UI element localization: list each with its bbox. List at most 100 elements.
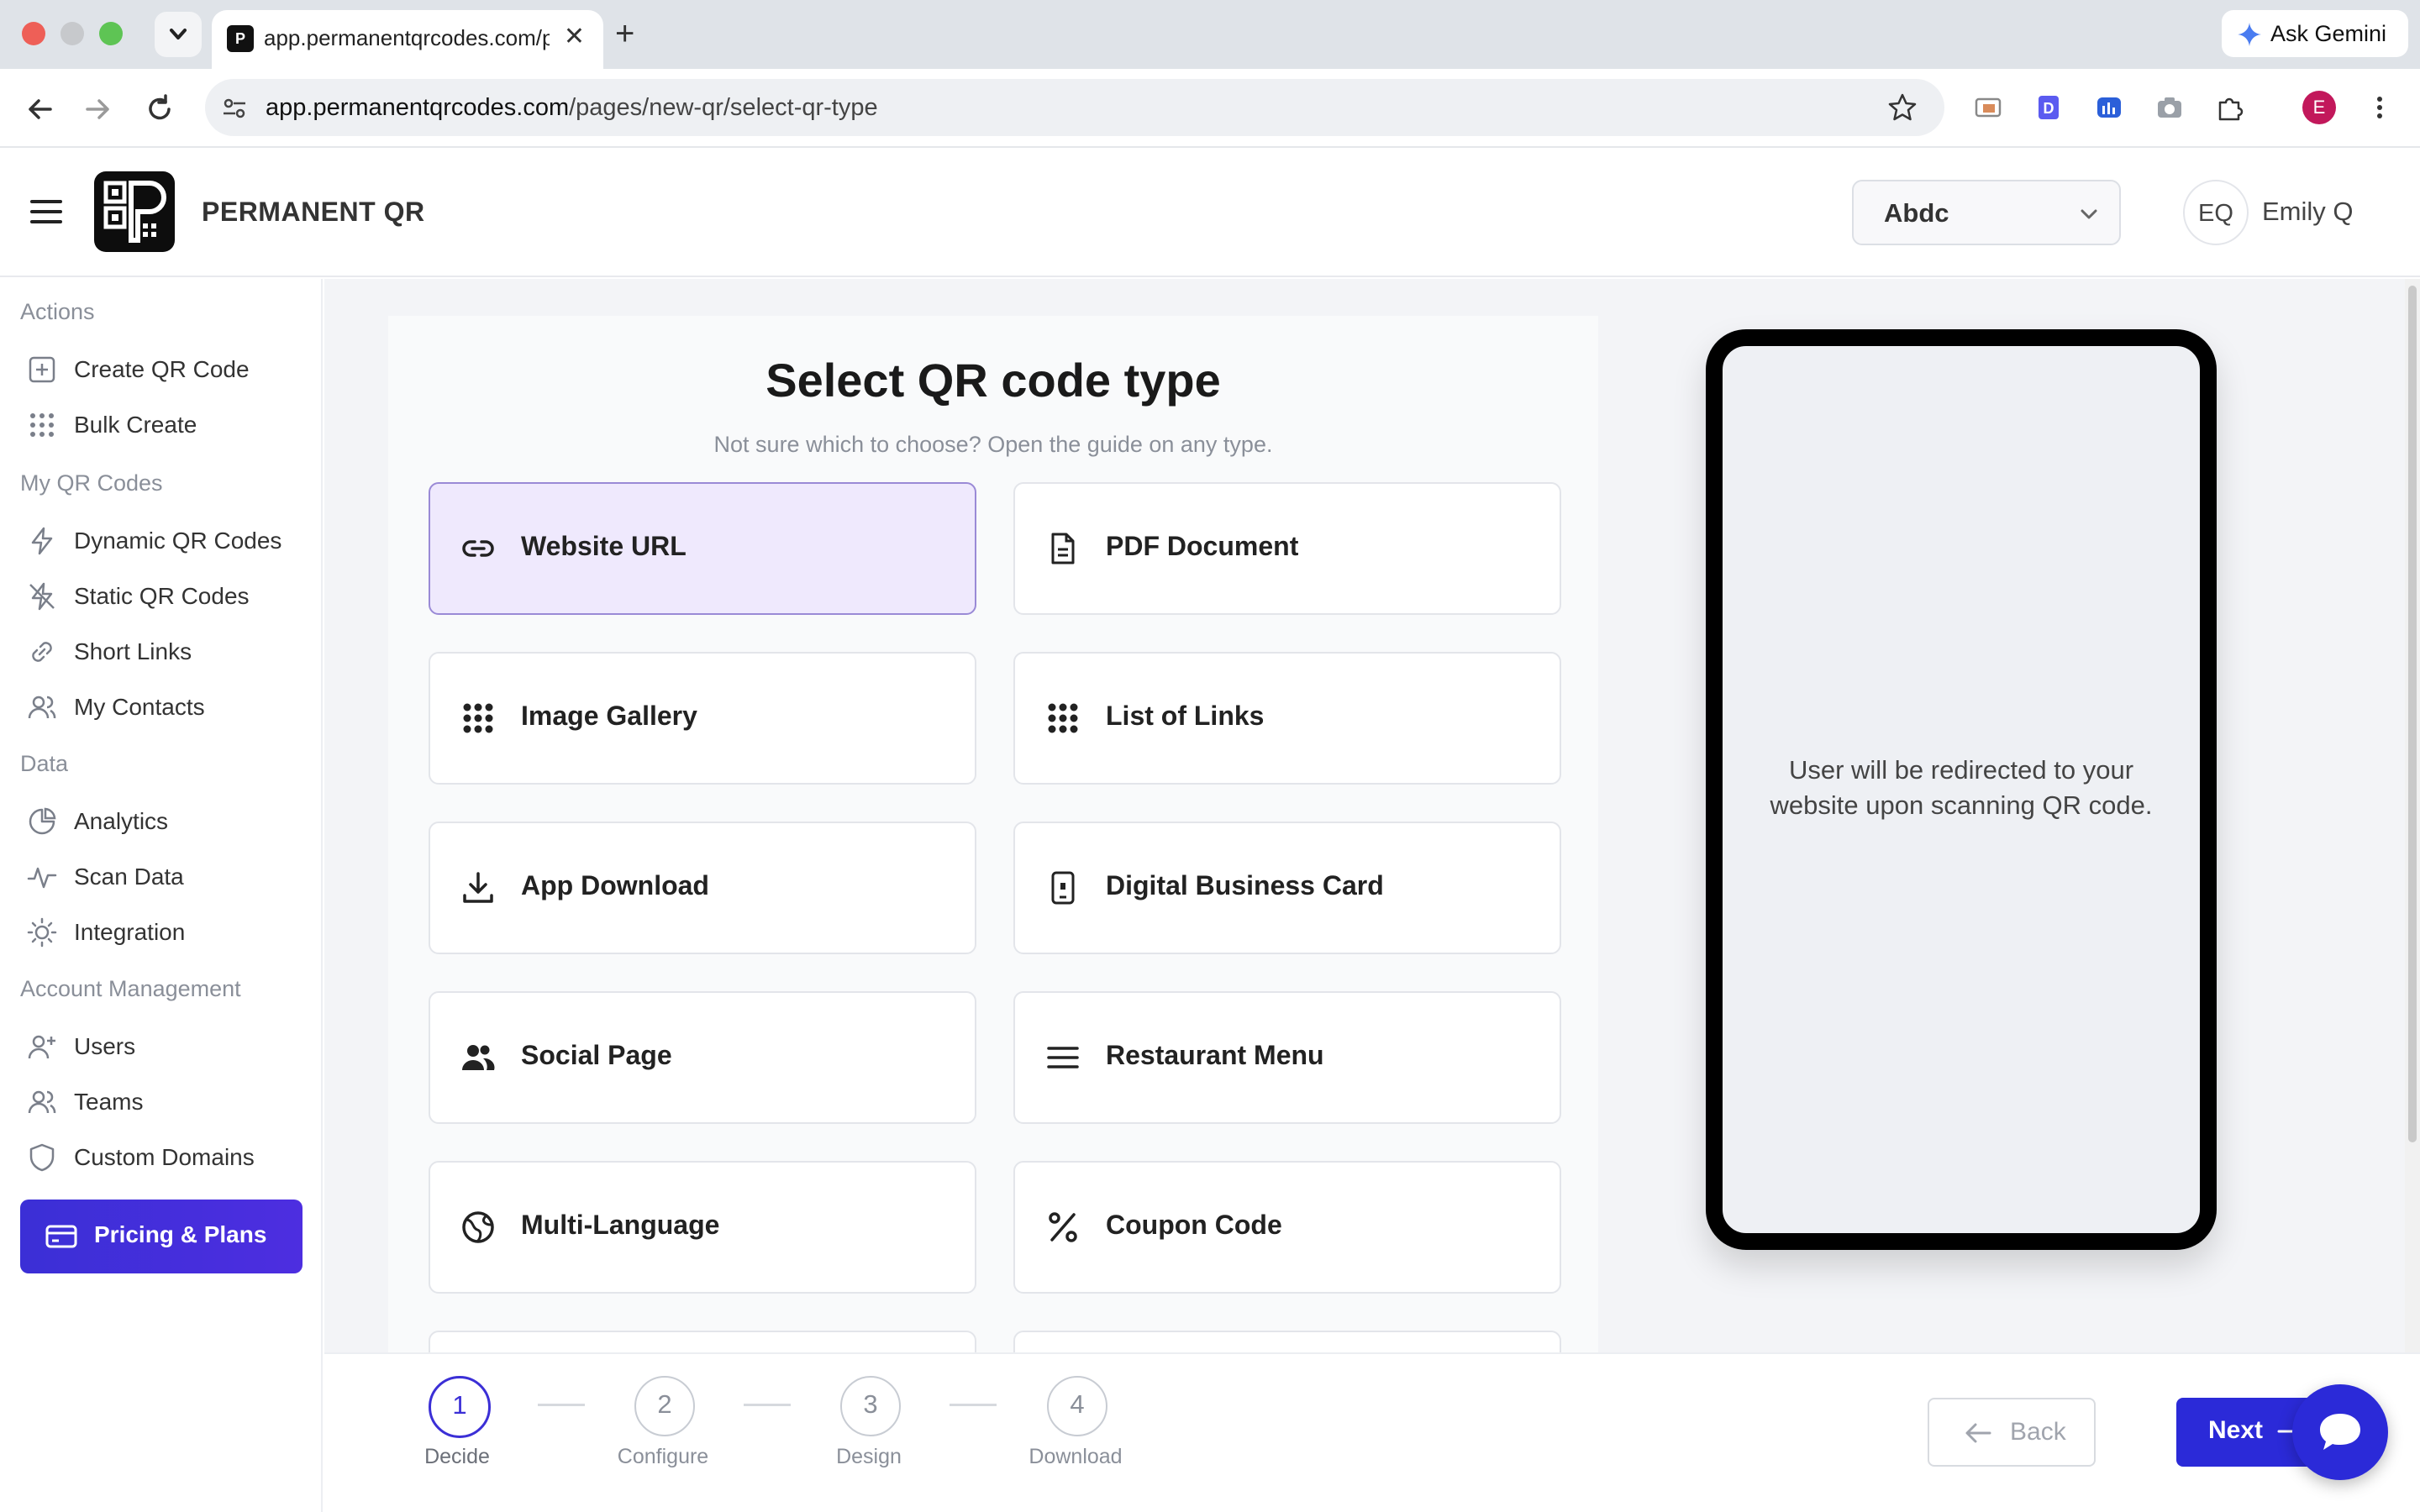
sidebar-item-custom-domains[interactable]: Custom Domains (27, 1136, 313, 1179)
sidebar-item-create-qr-code[interactable]: Create QR Code (27, 348, 313, 391)
qr-type-label: Website URL (521, 531, 687, 561)
page-scrollbar-thumb[interactable] (2408, 286, 2417, 1142)
qr-type-website-url[interactable]: Website URL (429, 482, 976, 615)
ask-gemini-label: Ask Gemini (2270, 21, 2387, 46)
people-icon (462, 1045, 495, 1070)
ask-gemini-button[interactable]: Ask Gemini (2222, 10, 2408, 57)
qr-type-label: Image Gallery (521, 701, 697, 731)
sidebar-section-title: My QR Codes (20, 470, 163, 496)
sidebar-item-label: Analytics (74, 808, 169, 834)
sidebar-item-label: My Contacts (74, 694, 205, 720)
cast-extension-icon[interactable] (1973, 92, 2003, 123)
chat-support-button[interactable] (2292, 1384, 2388, 1480)
sidebar-item-label: Dynamic QR Codes (74, 528, 282, 554)
bookmark-star-icon[interactable] (1887, 92, 1918, 123)
sidebar-item-label: Create QR Code (74, 356, 250, 382)
step-connector (538, 1404, 585, 1406)
browser-menu-icon[interactable] (2365, 92, 2395, 123)
organization-select-value: Abdc (1884, 198, 1949, 228)
step-connector (950, 1404, 997, 1406)
forward-arrow-icon[interactable] (81, 92, 114, 126)
site-settings-icon[interactable] (220, 94, 249, 123)
sidebar-item-label: Users (74, 1033, 136, 1059)
address-bar[interactable]: app.permanentqrcodes.com/pages/new-qr/se… (205, 79, 1944, 136)
profile-avatar[interactable]: E (2302, 91, 2336, 124)
qr-type-social-page[interactable]: Social Page (429, 991, 976, 1124)
sidebar-item-label: Custom Domains (74, 1144, 255, 1170)
qr-type-label: Coupon Code (1106, 1210, 1282, 1240)
reload-icon[interactable] (143, 92, 176, 126)
sidebar-item-short-links[interactable]: Short Links (27, 630, 313, 674)
step-circle-download[interactable]: 4 (1047, 1376, 1107, 1436)
globe-icon (462, 1211, 494, 1243)
user-avatar[interactable]: EQ (2183, 180, 2249, 245)
mobile-icon (1051, 871, 1075, 905)
wizard-footer (324, 1352, 2420, 1512)
d-extension-icon[interactable]: D (2033, 92, 2064, 123)
step-circle-design[interactable]: 3 (840, 1376, 901, 1436)
qr-type-image-gallery[interactable]: Image Gallery (429, 652, 976, 785)
brand-name: PERMANENT QR (202, 197, 425, 227)
pie-chart-icon (29, 807, 56, 835)
qr-type-coupon-code[interactable]: Coupon Code (1013, 1161, 1561, 1294)
organization-select[interactable]: Abdc (1852, 180, 2121, 245)
sidebar-item-label: Scan Data (74, 864, 184, 890)
tab-search-button[interactable] (155, 12, 202, 57)
sidebar-item-label: Integration (74, 919, 186, 945)
user-plus-icon (28, 1035, 55, 1059)
sidebar-item-users[interactable]: Users (27, 1025, 313, 1068)
document-icon (1051, 533, 1075, 564)
sidebar-item-label: Bulk Create (74, 412, 197, 438)
qr-type-pdf-document[interactable]: PDF Document (1013, 482, 1561, 615)
tab-title: app.permanentqrcodes.com/p (264, 25, 550, 50)
qr-type-restaurant-menu[interactable]: Restaurant Menu (1013, 991, 1561, 1124)
pricing-plans-button[interactable]: Pricing & Plans (20, 1200, 302, 1273)
chat-bubble-icon (2320, 1414, 2360, 1450)
bars-extension-icon[interactable] (2094, 92, 2124, 123)
credit-card-icon (45, 1225, 77, 1248)
step-label-download: Download (1028, 1445, 1123, 1468)
qr-type-list-of-links[interactable]: List of Links (1013, 652, 1561, 785)
sidebar-item-teams[interactable]: Teams (27, 1080, 313, 1124)
active-browser-tab[interactable]: P app.permanentqrcodes.com/p ✕ (212, 10, 603, 69)
step-circle-decide[interactable]: 1 (429, 1376, 491, 1438)
sidebar-item-bulk-create[interactable]: Bulk Create (27, 403, 313, 447)
url-text[interactable]: app.permanentqrcodes.com/pages/new-qr/se… (266, 94, 878, 122)
sidebar-item-analytics[interactable]: Analytics (27, 800, 313, 843)
back-button[interactable]: Back (1928, 1398, 2096, 1467)
users-icon (28, 696, 56, 719)
sidebar-section-title: Actions (20, 299, 95, 324)
sidebar-item-scan-data[interactable]: Scan Data (27, 855, 313, 899)
sidebar-item-my-contacts[interactable]: My Contacts (27, 685, 313, 729)
sidebar-item-static-qr-codes[interactable]: Static QR Codes (27, 575, 313, 618)
qr-type-card-partial[interactable] (429, 1331, 976, 1352)
minimize-window-button[interactable] (60, 22, 84, 45)
permanent-qr-logo[interactable] (94, 171, 175, 252)
pricing-plans-label: Pricing & Plans (94, 1221, 267, 1247)
step-circle-configure[interactable]: 2 (634, 1376, 695, 1436)
qr-type-multi-language[interactable]: Multi-Language (429, 1161, 976, 1294)
tab-close-icon[interactable]: ✕ (564, 22, 585, 51)
hamburger-menu-icon[interactable] (29, 195, 66, 228)
sidebar-item-integration[interactable]: Integration (27, 911, 313, 954)
sidebar-item-dynamic-qr-codes[interactable]: Dynamic QR Codes (27, 519, 313, 563)
close-window-button[interactable] (22, 22, 45, 45)
qr-type-digital-business-card[interactable]: Digital Business Card (1013, 822, 1561, 954)
new-tab-button[interactable]: + (615, 15, 634, 53)
extensions-puzzle-icon[interactable] (2215, 92, 2245, 123)
qr-type-label: App Download (521, 870, 709, 900)
qr-type-app-download[interactable]: App Download (429, 822, 976, 954)
step-connector (744, 1404, 791, 1406)
link-icon (32, 642, 52, 662)
qr-type-label: Social Page (521, 1040, 672, 1070)
maximize-window-button[interactable] (99, 22, 123, 45)
back-arrow-icon[interactable] (24, 92, 57, 126)
download-icon (463, 872, 493, 903)
back-button-label: Back (2010, 1418, 2066, 1446)
user-name[interactable]: Emily Q (2262, 197, 2354, 227)
activity-icon (27, 867, 57, 889)
camera-extension-icon[interactable] (2154, 92, 2185, 123)
qr-type-card-partial[interactable] (1013, 1331, 1561, 1352)
svg-text:D: D (2044, 100, 2054, 117)
qr-type-label: Digital Business Card (1106, 870, 1384, 900)
